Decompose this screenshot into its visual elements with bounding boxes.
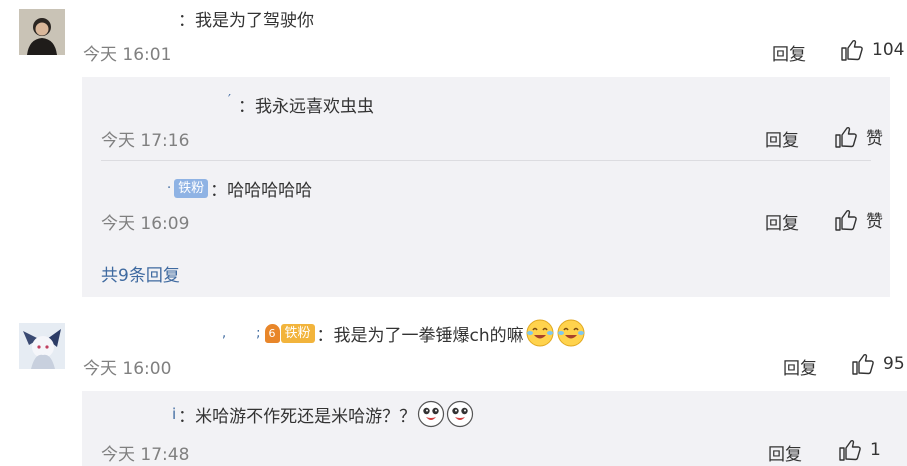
like-button[interactable]: 赞 [834,124,883,149]
user-avatar[interactable] [19,323,65,369]
like-count: 1 [870,440,881,460]
thumbs-up-icon [841,39,863,61]
reply-button[interactable]: 回复 [772,40,806,65]
reply-header: i ：米哈游不作死还是米哈游？？ [172,400,474,428]
reply-button[interactable]: 回复 [783,354,817,379]
more-replies-link[interactable]: 共9条回复 [101,261,180,286]
comment-time: 今天 16:00 [83,359,172,379]
doge-emoji-icon [418,400,445,428]
fan-level-icon: 6 [264,323,280,343]
thumbs-up-icon [835,126,857,148]
username-link[interactable]: ; [256,326,260,341]
reply-text: ：米哈游不作死还是米哈游？？ [178,406,417,427]
like-button[interactable]: 1 [838,438,881,462]
like-count: 104 [872,40,905,60]
doge-emoji-icon [447,400,474,428]
like-count: 95 [883,354,905,374]
like-button[interactable]: 104 [840,38,904,62]
reply-text: ：我永远喜欢虫虫 [238,97,374,117]
reply-button[interactable]: 回复 [765,126,799,151]
avatar-image [19,323,65,369]
laughing-tears-emoji-icon [557,319,585,347]
reply-text: ：哈哈哈哈哈 [210,181,313,201]
comment-text: ：我是为了驾驶你 [178,11,314,31]
like-button[interactable]: 95 [851,352,905,376]
username-link[interactable]: ′ [228,93,231,108]
fan-badge: 铁粉 [280,323,315,343]
username-link[interactable]: , [222,326,226,341]
like-label: 赞 [866,212,883,232]
like-label: 赞 [866,129,883,149]
comment-header: , ; 6 铁粉 ：我是为了一拳锤爆ch的嘛 [222,318,586,348]
username-link[interactable]: · [167,181,171,196]
fan-badge: 铁粉 [174,179,209,198]
reply-time: 今天 17:16 [101,131,190,151]
avatar-image [19,9,65,55]
username-link[interactable]: i [172,405,176,423]
thumbs-up-icon [852,353,874,375]
like-button[interactable]: 赞 [834,207,883,232]
reply-time: 今天 17:48 [101,445,190,465]
laughing-tears-emoji-icon [526,319,554,347]
reply-header: · 铁粉 ：哈哈哈哈哈 [167,176,312,201]
comment-text: ：我是为了一拳锤爆ch的嘛 [316,325,524,346]
user-avatar[interactable] [19,9,65,55]
reply-button[interactable]: 回复 [768,440,802,465]
thumbs-up-icon [839,439,861,461]
reply-button[interactable]: 回复 [765,209,799,234]
divider [101,160,871,161]
reply-time: 今天 16:09 [101,214,190,234]
comment-time: 今天 16:01 [83,45,172,65]
thumbs-up-icon [835,209,857,231]
